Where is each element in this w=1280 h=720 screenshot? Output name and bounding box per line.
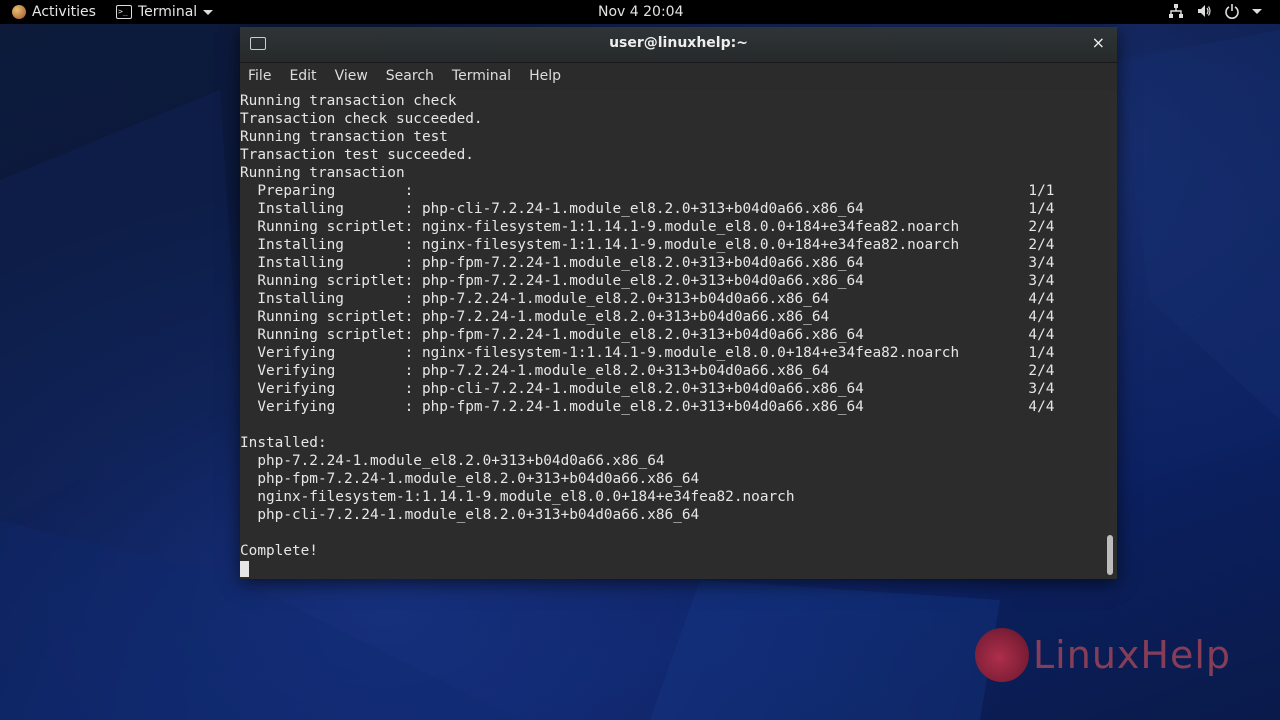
terminal-window: user@linuxhelp:~ × File Edit View Search…: [240, 27, 1117, 579]
menu-search[interactable]: Search: [377, 63, 443, 91]
terminal-line: Transaction test succeeded.: [240, 147, 474, 163]
clock[interactable]: Nov 4 20:04: [598, 3, 683, 21]
scrollbar-thumb[interactable]: [1107, 535, 1113, 575]
terminal-line: Running transaction test: [240, 129, 448, 145]
app-menu-label: Terminal: [138, 4, 198, 20]
terminal-line: Running transaction: [240, 165, 405, 181]
activities-label: Activities: [32, 4, 96, 20]
linuxhelp-logo: LinuxHelp: [975, 628, 1231, 682]
activities-icon: [12, 5, 26, 19]
terminal-line: Installed:: [240, 435, 327, 451]
logo-mark-icon: [975, 628, 1029, 682]
terminal-line: nginx-filesystem-1:1.14.1-9.module_el8.0…: [240, 489, 795, 505]
menu-terminal[interactable]: Terminal: [443, 63, 520, 91]
menu-view[interactable]: View: [326, 63, 377, 91]
scrollbar[interactable]: [1107, 92, 1113, 579]
menu-bar: File Edit View Search Terminal Help: [240, 63, 1117, 91]
terminal-line: Verifying : php-7.2.24-1.module_el8.2.0+…: [240, 363, 1055, 379]
terminal-line: Running scriptlet: php-fpm-7.2.24-1.modu…: [240, 273, 1055, 289]
menu-file[interactable]: File: [240, 63, 280, 91]
app-menu-button[interactable]: Terminal: [116, 3, 214, 21]
chevron-down-icon: [203, 9, 214, 15]
terminal-output[interactable]: Running transaction check Transaction ch…: [240, 92, 1108, 579]
volume-icon: [1198, 5, 1211, 17]
terminal-line: php-cli-7.2.24-1.module_el8.2.0+313+b04d…: [240, 507, 700, 523]
power-icon: [1225, 4, 1239, 19]
top-bar: Activities Terminal Nov 4 20:04: [0, 0, 1280, 24]
system-menu[interactable]: [1168, 3, 1262, 19]
terminal-line: Installing : nginx-filesystem-1:1.14.1-9…: [240, 237, 1055, 253]
terminal-line: Running transaction check: [240, 93, 457, 109]
terminal-line: Installing : php-7.2.24-1.module_el8.2.0…: [240, 291, 1055, 307]
chevron-down-icon: [1252, 8, 1262, 14]
text-cursor: [240, 561, 249, 577]
terminal-line: Installing : php-fpm-7.2.24-1.module_el8…: [240, 255, 1055, 271]
logo-text: LinuxHelp: [1033, 633, 1232, 677]
terminal-line: Verifying : nginx-filesystem-1:1.14.1-9.…: [240, 345, 1055, 361]
menu-edit[interactable]: Edit: [280, 63, 325, 91]
terminal-line: Transaction check succeeded.: [240, 111, 483, 127]
terminal-line: php-7.2.24-1.module_el8.2.0+313+b04d0a66…: [240, 453, 665, 469]
terminal-line: Complete!: [240, 543, 318, 559]
window-title: user@linuxhelp:~: [609, 35, 748, 51]
menu-help[interactable]: Help: [520, 63, 570, 91]
terminal-line: php-fpm-7.2.24-1.module_el8.2.0+313+b04d…: [240, 471, 700, 487]
network-icon: [1169, 4, 1183, 18]
terminal-prompt-line: [240, 560, 1108, 578]
terminal-app-icon: [116, 3, 132, 21]
terminal-line: Running scriptlet: php-fpm-7.2.24-1.modu…: [240, 327, 1055, 343]
close-button[interactable]: ×: [1092, 33, 1105, 52]
terminal-line: Preparing : 1/1: [240, 183, 1055, 199]
terminal-line: Verifying : php-fpm-7.2.24-1.module_el8.…: [240, 399, 1055, 415]
terminal-line: Running scriptlet: php-7.2.24-1.module_e…: [240, 309, 1055, 325]
title-bar[interactable]: user@linuxhelp:~ ×: [240, 27, 1117, 63]
terminal-line: Running scriptlet: nginx-filesystem-1:1.…: [240, 219, 1055, 235]
terminal-line: Installing : php-cli-7.2.24-1.module_el8…: [240, 201, 1055, 217]
terminal-line: Verifying : php-cli-7.2.24-1.module_el8.…: [240, 381, 1055, 397]
activities-button[interactable]: Activities: [12, 3, 96, 21]
